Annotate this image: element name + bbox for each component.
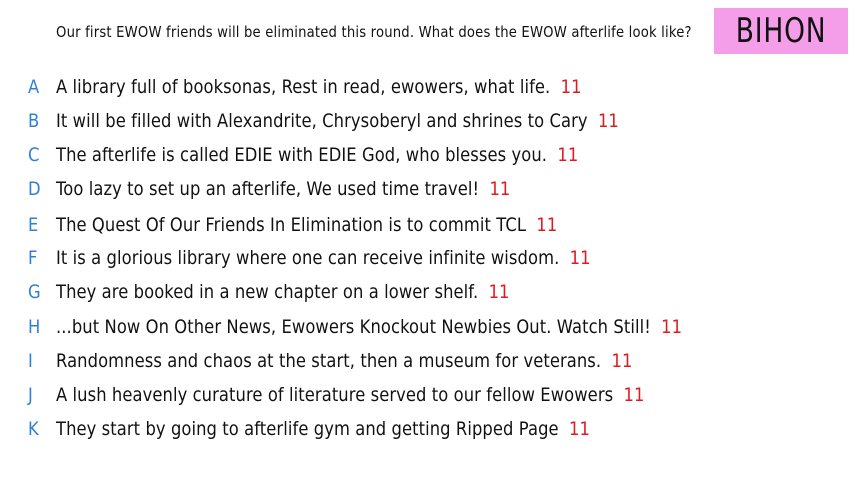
entry-text: Too lazy to set up an afterlife, We used… bbox=[56, 178, 480, 200]
entry-content: Randomness and chaos at the start, then … bbox=[56, 350, 632, 372]
entry-text: ...but Now On Other News, Ewowers Knocko… bbox=[56, 316, 651, 338]
entry-row-i: I Randomness and chaos at the start, the… bbox=[28, 349, 726, 373]
entry-content: The afterlife is called EDIE with EDIE G… bbox=[56, 144, 578, 166]
prompt-text: Our first EWOW friends will be eliminate… bbox=[56, 23, 692, 41]
entry-letter: K bbox=[28, 418, 39, 440]
entry-letter: I bbox=[28, 350, 33, 372]
entry-text: The Quest Of Our Friends In Elimination … bbox=[56, 214, 527, 236]
entry-text: They start by going to afterlife gym and… bbox=[56, 418, 559, 440]
entry-letter: A bbox=[28, 76, 40, 98]
entry-letter: H bbox=[28, 316, 41, 338]
entry-row-d: D Too lazy to set up an afterlife, We us… bbox=[28, 177, 584, 201]
entry-letter: C bbox=[28, 144, 40, 166]
entry-content: They are booked in a new chapter on a lo… bbox=[56, 281, 510, 303]
entry-text: It is a glorious library where one can r… bbox=[56, 247, 560, 269]
name-badge: BIHON bbox=[714, 8, 848, 54]
entry-text: A lush heavenly curature of literature s… bbox=[56, 384, 614, 406]
entry-score: 11 bbox=[560, 76, 582, 98]
entry-letter: B bbox=[28, 110, 40, 132]
entry-letter: E bbox=[28, 214, 39, 236]
entry-row-j: J A lush heavenly curature of literature… bbox=[28, 383, 740, 407]
entry-score: 11 bbox=[488, 281, 510, 303]
entry-content: They start by going to afterlife gym and… bbox=[56, 418, 590, 440]
entry-text: It will be filled with Alexandrite, Chry… bbox=[56, 110, 588, 132]
entry-score: 11 bbox=[568, 418, 590, 440]
entry-row-f: F It is a glorious library where one can… bbox=[28, 246, 678, 270]
entry-row-k: K They start by going to afterlife gym a… bbox=[28, 417, 677, 441]
entry-letter: G bbox=[28, 281, 41, 303]
entry-text: Randomness and chaos at the start, then … bbox=[56, 350, 602, 372]
entry-row-b: B It will be filled with Alexandrite, Ch… bbox=[28, 109, 711, 133]
entry-text: The afterlife is called EDIE with EDIE G… bbox=[56, 144, 548, 166]
entry-text: A library full of booksonas, Rest in rea… bbox=[56, 76, 551, 98]
badge-label: BIHON bbox=[735, 11, 827, 51]
entry-content: The Quest Of Our Friends In Elimination … bbox=[56, 214, 557, 236]
entry-content: A library full of booksonas, Rest in rea… bbox=[56, 76, 582, 98]
entry-content: Too lazy to set up an afterlife, We used… bbox=[56, 178, 510, 200]
entry-content: A lush heavenly curature of literature s… bbox=[56, 384, 645, 406]
entry-content: It will be filled with Alexandrite, Chry… bbox=[56, 110, 619, 132]
entry-score: 11 bbox=[597, 110, 619, 132]
entry-row-g: G They are booked in a new chapter on a … bbox=[28, 280, 583, 304]
entry-letter: F bbox=[28, 247, 38, 269]
entry-score: 11 bbox=[661, 316, 683, 338]
entry-letter: D bbox=[28, 178, 41, 200]
entry-row-c: C The afterlife is called EDIE with EDIE… bbox=[28, 143, 663, 167]
entry-score: 11 bbox=[489, 178, 511, 200]
entry-text: They are booked in a new chapter on a lo… bbox=[56, 281, 479, 303]
entry-score: 11 bbox=[569, 247, 591, 269]
entry-row-a: A A library full of booksonas, Rest in r… bbox=[28, 75, 667, 99]
entry-score: 11 bbox=[557, 144, 579, 166]
entry-score: 11 bbox=[536, 214, 558, 236]
entry-row-e: E The Quest Of Our Friends In Eliminatio… bbox=[28, 213, 639, 237]
entry-score: 11 bbox=[623, 384, 645, 406]
entry-content: ...but Now On Other News, Ewowers Knocko… bbox=[56, 316, 682, 338]
entry-row-h: H ...but Now On Other News, Ewowers Knoc… bbox=[28, 315, 784, 339]
entry-content: It is a glorious library where one can r… bbox=[56, 247, 591, 269]
entry-score: 11 bbox=[611, 350, 633, 372]
entry-letter: J bbox=[28, 384, 33, 406]
